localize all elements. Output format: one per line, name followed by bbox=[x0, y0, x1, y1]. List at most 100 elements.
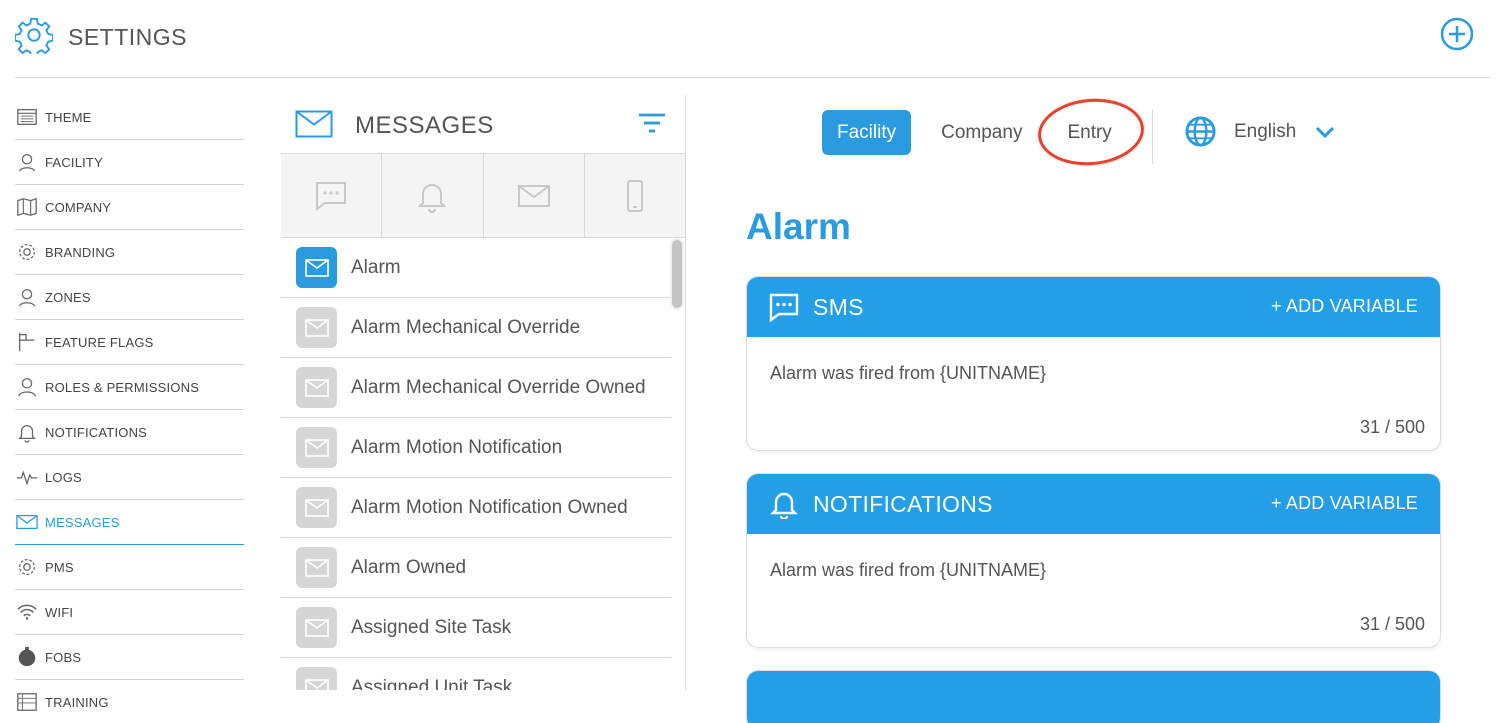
tab-company[interactable]: Company bbox=[941, 110, 1022, 155]
channel-phone[interactable] bbox=[585, 154, 685, 237]
envelope-icon bbox=[296, 667, 337, 690]
training-icon bbox=[15, 690, 39, 714]
sidebar-item-facility[interactable]: FACILITY bbox=[15, 140, 244, 185]
list-item[interactable]: Alarm Motion Notification Owned bbox=[281, 478, 671, 538]
filter-icon[interactable] bbox=[637, 111, 667, 135]
channel-filter-row bbox=[281, 154, 685, 238]
envelope-icon bbox=[517, 184, 550, 207]
sidebar-item-training[interactable]: TRAINING bbox=[15, 680, 244, 723]
channel-sms[interactable] bbox=[281, 154, 383, 237]
channel-email[interactable] bbox=[484, 154, 585, 237]
card-body[interactable]: Alarm was fired from {UNITNAME} 31 / 500 bbox=[747, 534, 1440, 647]
list-item[interactable]: Alarm Motion Notification bbox=[281, 418, 671, 478]
language-select[interactable]: English bbox=[1184, 115, 1336, 148]
sidebar-item-label: FACILITY bbox=[45, 154, 103, 170]
scrollbar-thumb[interactable] bbox=[670, 238, 684, 310]
add-variable-button[interactable]: + ADD VARIABLE bbox=[1271, 493, 1418, 514]
sidebar-item-company[interactable]: COMPANY bbox=[15, 185, 244, 230]
bell-icon bbox=[15, 420, 39, 444]
globe-icon bbox=[1185, 116, 1216, 147]
flag-icon bbox=[15, 330, 39, 354]
messages-title: MESSAGES bbox=[355, 112, 494, 139]
list-item[interactable]: Alarm bbox=[281, 238, 671, 298]
list-item[interactable]: Assigned Unit Task bbox=[281, 658, 671, 690]
channel-notifications[interactable] bbox=[382, 154, 484, 237]
sidebar-item-logs[interactable]: LOGS bbox=[15, 455, 244, 500]
sidebar-item-roles-permissions[interactable]: ROLES & PERMISSIONS bbox=[15, 365, 244, 410]
wifi-icon bbox=[15, 600, 39, 624]
card-header: SMS + ADD VARIABLE bbox=[747, 277, 1440, 337]
sms-icon bbox=[769, 293, 799, 322]
list-item-label: Assigned Site Task bbox=[351, 616, 512, 638]
bell-icon bbox=[770, 492, 798, 519]
character-count: 31 / 500 bbox=[1359, 614, 1425, 634]
sidebar-item-label: PMS bbox=[45, 559, 74, 575]
pulse-icon bbox=[15, 465, 39, 489]
sidebar-item-pms[interactable]: PMS bbox=[15, 545, 244, 590]
gear-icon bbox=[15, 555, 39, 579]
page-header: SETTINGS bbox=[0, 0, 1500, 78]
card-title: SMS bbox=[813, 293, 864, 320]
chevron-down-icon bbox=[1316, 126, 1335, 138]
sidebar-item-label: NOTIFICATIONS bbox=[45, 424, 148, 440]
envelope-icon bbox=[296, 427, 337, 468]
map-icon bbox=[15, 195, 39, 219]
sidebar-item-label: COMPANY bbox=[45, 199, 112, 215]
envelope-icon bbox=[296, 247, 337, 288]
list-item[interactable]: Alarm Owned bbox=[281, 538, 671, 598]
sidebar-item-fobs[interactable]: FOBS bbox=[15, 635, 244, 680]
sidebar-item-messages[interactable]: MESSAGES bbox=[15, 500, 244, 545]
sidebar-item-label: TRAINING bbox=[45, 694, 109, 710]
card-header: NOTIFICATIONS + ADD VARIABLE bbox=[747, 474, 1440, 534]
highlight-circle bbox=[1035, 94, 1147, 170]
list-item-label: Assigned Unit Task bbox=[351, 676, 513, 691]
add-variable-button[interactable]: + ADD VARIABLE bbox=[1271, 296, 1418, 317]
sidebar-item-label: FOBS bbox=[45, 649, 82, 665]
bell-icon bbox=[417, 183, 447, 213]
sidebar-item-branding[interactable]: BRANDING bbox=[15, 230, 244, 275]
envelope-icon bbox=[15, 510, 39, 534]
list-item[interactable]: Alarm Mechanical Override Owned bbox=[281, 358, 671, 418]
sidebar-item-feature-flags[interactable]: FEATURE FLAGS bbox=[15, 320, 244, 365]
settings-sidebar: THEME FACILITY COMPANY BRANDING ZONES FE… bbox=[15, 95, 244, 723]
sidebar-item-wifi[interactable]: WIFI bbox=[15, 590, 244, 635]
tab-facility[interactable]: Facility bbox=[822, 110, 912, 155]
sidebar-item-theme[interactable]: THEME bbox=[15, 95, 244, 140]
messages-panel: MESSAGES Alarm Alarm Mechanical Override… bbox=[281, 95, 686, 690]
sidebar-item-label: LOGS bbox=[45, 469, 82, 485]
sidebar-item-label: ROLES & PERMISSIONS bbox=[45, 379, 200, 395]
gear-icon bbox=[15, 17, 53, 54]
sidebar-item-zones[interactable]: ZONES bbox=[15, 275, 244, 320]
notifications-card: NOTIFICATIONS + ADD VARIABLE Alarm was f… bbox=[746, 473, 1441, 648]
sidebar-item-label: MESSAGES bbox=[45, 514, 120, 530]
character-count: 31 / 500 bbox=[1359, 417, 1425, 437]
sidebar-item-notifications[interactable]: NOTIFICATIONS bbox=[15, 410, 244, 455]
header-divider bbox=[15, 77, 1491, 78]
page-title: SETTINGS bbox=[68, 24, 188, 50]
list-item-label: Alarm Motion Notification bbox=[351, 436, 563, 458]
envelope-icon bbox=[296, 367, 337, 408]
card-body[interactable]: Alarm was fired from {UNITNAME} 31 / 500 bbox=[747, 337, 1440, 450]
envelope-icon bbox=[296, 487, 337, 528]
sidebar-item-label: THEME bbox=[45, 109, 92, 125]
list-item-label: Alarm Mechanical Override Owned bbox=[351, 376, 646, 398]
envelope-icon bbox=[296, 547, 337, 588]
message-text[interactable]: Alarm was fired from {UNITNAME} bbox=[770, 363, 1046, 384]
gear-icon bbox=[15, 240, 39, 264]
user-icon bbox=[15, 375, 39, 399]
add-icon[interactable] bbox=[1440, 17, 1474, 51]
envelope-icon bbox=[295, 110, 333, 138]
sidebar-item-label: FEATURE FLAGS bbox=[45, 334, 154, 350]
zones-icon bbox=[15, 285, 39, 309]
list-item[interactable]: Alarm Mechanical Override bbox=[281, 298, 671, 358]
sidebar-item-label: BRANDING bbox=[45, 244, 116, 260]
sms-icon bbox=[316, 181, 347, 211]
envelope-icon bbox=[296, 307, 337, 348]
card-header bbox=[747, 671, 1440, 723]
facility-icon bbox=[15, 150, 39, 174]
message-list-scrollbar[interactable] bbox=[670, 238, 684, 690]
email-card bbox=[746, 670, 1441, 723]
list-item-label: Alarm Motion Notification Owned bbox=[351, 496, 628, 518]
message-text[interactable]: Alarm was fired from {UNITNAME} bbox=[770, 560, 1046, 581]
list-item[interactable]: Assigned Site Task bbox=[281, 598, 671, 658]
